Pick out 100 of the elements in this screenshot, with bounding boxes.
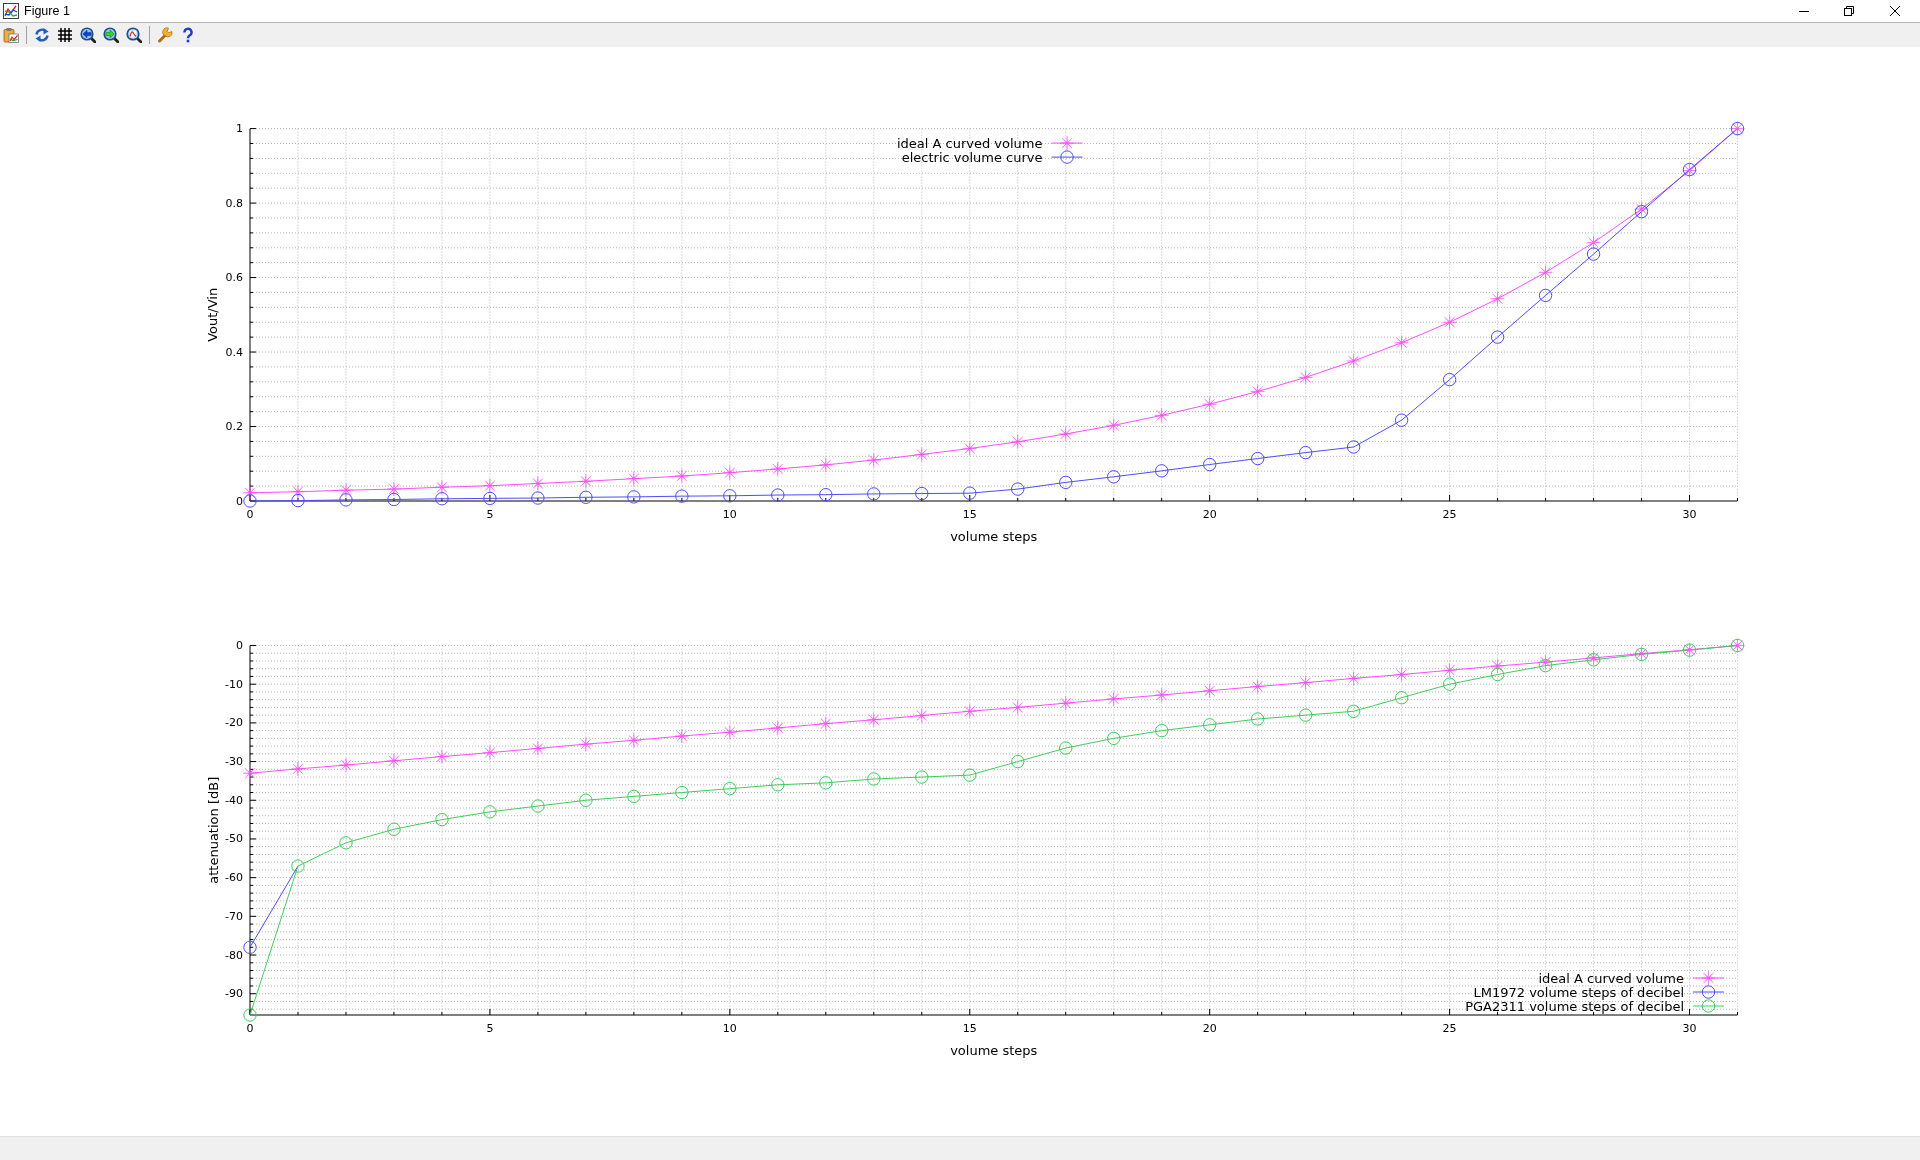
data-point	[1538, 658, 1553, 673]
data-point	[386, 481, 402, 497]
x-tick-label: 20	[1202, 1021, 1217, 1035]
y-tick-label: 1	[236, 122, 243, 136]
data-point	[386, 753, 402, 768]
data-point	[242, 485, 258, 500]
data-point	[291, 493, 305, 508]
data-point	[291, 859, 305, 873]
data-point	[1394, 691, 1409, 705]
x-tick-label: 0	[246, 507, 254, 521]
close-icon[interactable]	[1890, 6, 1900, 16]
data-point	[722, 724, 738, 740]
data-point	[1442, 663, 1457, 678]
data-point	[1346, 440, 1361, 454]
y-tick-label: 0	[236, 639, 243, 652]
data-point	[962, 441, 977, 456]
data-point	[771, 488, 785, 502]
data-point	[770, 461, 786, 477]
data-point	[626, 733, 642, 748]
data-point	[531, 491, 545, 505]
magnifier-curve-icon[interactable]	[126, 27, 142, 43]
data-point	[867, 487, 881, 501]
data-point	[1250, 451, 1265, 466]
data-point	[1298, 675, 1313, 690]
restore-icon[interactable]	[1844, 6, 1854, 16]
wrench-icon[interactable]	[157, 27, 173, 43]
data-point	[914, 447, 929, 462]
data-point	[723, 489, 737, 503]
line-star-icon	[1692, 970, 1725, 986]
y-tick-label: 0	[236, 494, 243, 508]
data-point	[243, 940, 257, 954]
x-tick-label: 30	[1682, 507, 1697, 521]
x-tick-label: 10	[722, 1021, 737, 1035]
data-point	[387, 822, 401, 836]
y-tick-label: -90	[225, 987, 243, 1001]
data-point	[483, 491, 497, 506]
data-point	[1346, 353, 1361, 369]
data-point	[1106, 418, 1121, 433]
data-point	[1010, 434, 1025, 449]
grid-icon[interactable]	[57, 27, 73, 43]
data-point	[963, 486, 977, 500]
data-point	[530, 741, 546, 756]
circular-arrows-icon[interactable]	[34, 27, 50, 43]
x-axis-label: volume steps	[950, 1042, 1038, 1058]
y-axis-label: attenuation [dB]	[205, 776, 221, 884]
data-point	[290, 761, 306, 777]
data-point	[578, 474, 594, 489]
data-point	[1490, 658, 1505, 674]
y-tick-label: -10	[225, 677, 243, 691]
data-point	[1682, 642, 1697, 657]
x-tick-label: 25	[1442, 507, 1457, 521]
data-point	[1155, 464, 1169, 478]
data-point	[483, 805, 497, 819]
data-point	[1202, 683, 1217, 698]
x-tick-label: 25	[1442, 1021, 1457, 1035]
data-point	[1203, 718, 1217, 732]
data-point	[1442, 372, 1457, 387]
data-point	[1203, 457, 1217, 472]
x-tick-label: 15	[962, 507, 977, 521]
data-point	[1634, 646, 1649, 662]
data-point	[1059, 475, 1073, 490]
data-point	[1346, 671, 1361, 686]
data-point	[1154, 408, 1169, 423]
data-point	[243, 494, 257, 508]
data-point	[771, 778, 785, 792]
x-tick-label: 30	[1682, 1021, 1697, 1035]
data-point	[723, 781, 737, 796]
data-point	[818, 716, 833, 731]
y-axis-label: Vout/Vin	[205, 287, 221, 342]
clipboard-chart-icon[interactable]	[3, 27, 19, 43]
data-point	[1059, 741, 1073, 755]
data-point	[1394, 335, 1409, 350]
data-point	[1011, 754, 1025, 769]
data-point	[867, 772, 881, 786]
line-circle-icon	[1692, 999, 1725, 1013]
line-circle-icon	[1692, 985, 1725, 999]
data-point	[338, 483, 354, 498]
data-point	[482, 745, 498, 760]
help-icon[interactable]	[180, 27, 196, 43]
y-tick-label: -70	[225, 909, 243, 923]
data-point	[1682, 162, 1697, 178]
data-point	[1298, 445, 1313, 460]
data-point	[387, 492, 401, 507]
data-point	[674, 728, 690, 744]
data-point	[626, 471, 642, 486]
data-point	[1730, 638, 1745, 653]
x-tick-label: 20	[1202, 507, 1217, 521]
data-point	[915, 770, 929, 784]
legend-label: ideal A curved volume	[896, 135, 1043, 151]
data-point	[1538, 288, 1553, 303]
data-point	[579, 793, 593, 807]
data-point	[1202, 397, 1217, 412]
y-tick-label: 0.4	[225, 345, 243, 359]
data-point	[1107, 731, 1121, 746]
y-tick-label: 0.8	[225, 196, 243, 210]
data-point	[915, 486, 929, 501]
y-tick-label: 0.6	[225, 271, 243, 285]
data-point	[1250, 712, 1265, 726]
data-point	[1394, 667, 1409, 682]
data-point	[434, 480, 450, 495]
